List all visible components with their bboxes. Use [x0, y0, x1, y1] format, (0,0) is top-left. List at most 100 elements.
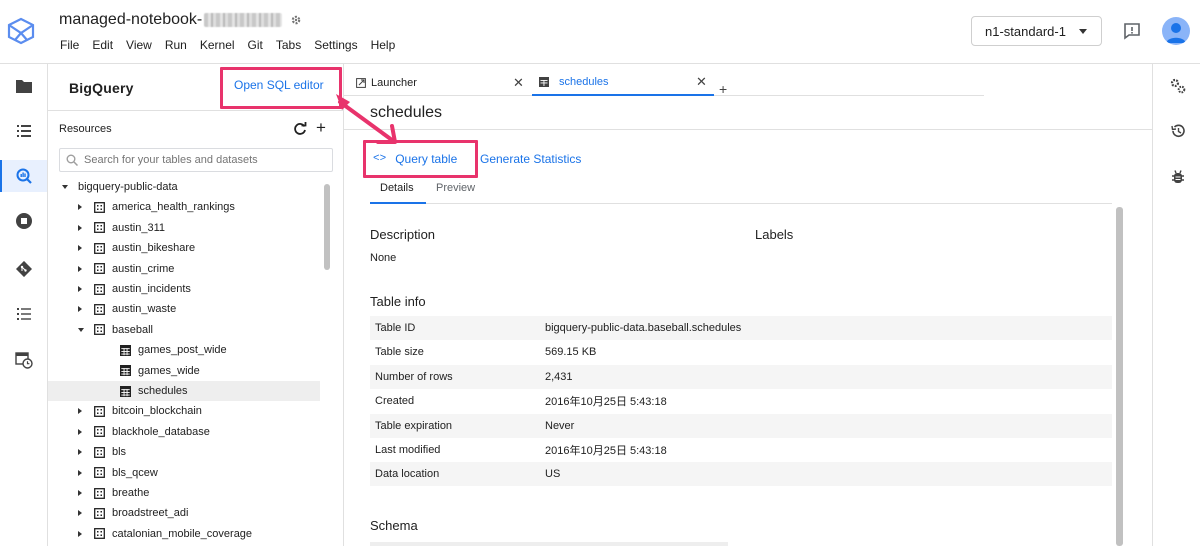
expand-right-icon[interactable] [78, 408, 82, 415]
rail-running-terminals[interactable] [0, 115, 47, 147]
debugger-icon[interactable] [1170, 169, 1186, 185]
close-icon[interactable]: ✕ [696, 74, 707, 90]
expand-right-icon[interactable] [78, 286, 82, 292]
property-inspector-icon[interactable] [1170, 78, 1186, 94]
expand-right-icon[interactable] [78, 510, 82, 517]
menu-view[interactable]: View [126, 38, 152, 52]
tree-dataset[interactable]: bls_qcew [48, 463, 320, 483]
menu-edit[interactable]: Edit [92, 38, 113, 52]
panel-title: BigQuery [69, 80, 134, 96]
rail-running-kernels[interactable] [0, 205, 47, 237]
feedback-icon[interactable] [1122, 21, 1142, 41]
dataset-icon [94, 222, 105, 234]
tree-dataset[interactable]: baseball [48, 320, 320, 340]
dataset-icon [94, 446, 105, 458]
table-icon [120, 344, 131, 356]
menu-tabs[interactable]: Tabs [276, 38, 301, 52]
expand-down-icon[interactable] [62, 185, 68, 189]
tree-dataset[interactable]: austin_incidents [48, 279, 320, 299]
tree-label: america_health_rankings [112, 201, 235, 214]
tab-schedules[interactable]: schedules ✕ [532, 70, 714, 96]
tree-dataset[interactable]: bitcoin_blockchain [48, 401, 320, 421]
tree-dataset[interactable]: broadstreet_adi [48, 503, 320, 523]
expand-right-icon[interactable] [78, 469, 82, 476]
toc-icon [16, 308, 31, 320]
user-icon [1166, 23, 1186, 43]
expand-right-icon[interactable] [78, 306, 82, 313]
expand-right-icon[interactable] [78, 449, 82, 456]
expand-right-icon[interactable] [78, 265, 82, 272]
redacted-name [204, 13, 283, 27]
tree-dataset[interactable]: austin_311 [48, 218, 320, 238]
labels-heading: Labels [755, 227, 794, 242]
dataset-icon [94, 283, 105, 295]
tab-launcher[interactable]: Launcher ✕ [356, 70, 526, 96]
refresh-icon[interactable] [293, 122, 307, 136]
expand-right-icon[interactable] [78, 245, 82, 252]
expand-down-icon[interactable] [78, 327, 84, 332]
content-scrollbar[interactable] [1116, 207, 1123, 546]
avatar[interactable] [1162, 17, 1190, 45]
rail-scheduler[interactable] [0, 344, 47, 376]
menu-git[interactable]: Git [248, 38, 263, 52]
menu-help[interactable]: Help [371, 38, 396, 52]
dataset-icon [94, 303, 105, 315]
history-icon[interactable] [1170, 123, 1186, 139]
table-info-value: 2016年10月25日 5:43:18 [545, 445, 667, 457]
tree-label: austin_311 [112, 221, 166, 234]
tree-label: breathe [112, 487, 150, 499]
expand-right-icon[interactable] [78, 224, 82, 231]
menu-file[interactable]: File [60, 38, 79, 52]
close-icon[interactable]: ✕ [513, 75, 524, 91]
tree-scrollbar[interactable] [324, 184, 330, 270]
schedule-icon [14, 352, 33, 369]
tree-project[interactable]: bigquery-public-data [48, 177, 320, 197]
table-info-row: Data location US [370, 462, 1112, 487]
table-info-row: Created 2016年10月25日 5:43:18 [370, 389, 1112, 413]
title-divider [344, 129, 1152, 130]
gear-icon[interactable] [290, 14, 302, 26]
generate-statistics-button[interactable]: Generate Statistics [480, 152, 581, 166]
add-resource-icon[interactable]: + [316, 119, 326, 136]
menu-kernel[interactable]: Kernel [200, 38, 235, 52]
tree-label: games_post_wide [138, 344, 227, 357]
tree-label: austin_waste [112, 303, 177, 316]
tree-dataset[interactable]: austin_crime [48, 259, 320, 279]
tree-dataset[interactable]: breathe [48, 483, 320, 503]
tree-dataset[interactable]: austin_bikeshare [48, 238, 320, 258]
tree-dataset[interactable]: bls [48, 442, 320, 462]
expand-right-icon[interactable] [78, 490, 82, 496]
expand-right-icon[interactable] [78, 428, 82, 435]
tree-dataset[interactable]: blackhole_database [48, 422, 320, 442]
tree-dataset[interactable]: catalonian_mobile_coverage [48, 524, 320, 544]
chevron-down-icon [1079, 29, 1087, 34]
main-area: Launcher ✕ schedules ✕ + schedules <> Qu… [344, 64, 1152, 546]
rail-git[interactable] [0, 253, 47, 285]
table-info-row: Last modified 2016年10月25日 5:43:18 [370, 438, 1112, 462]
add-tab-icon[interactable]: + [719, 81, 727, 97]
menu-settings[interactable]: Settings [314, 38, 357, 52]
subtab-details[interactable]: Details [380, 182, 414, 194]
right-sidebar-rail [1152, 64, 1200, 546]
subtab-preview[interactable]: Preview [436, 182, 475, 194]
dataset-icon [94, 507, 105, 519]
tree-dataset[interactable]: austin_waste [48, 299, 320, 319]
tree-label: blackhole_database [112, 425, 210, 438]
menu-run[interactable]: Run [165, 38, 187, 52]
rail-file-browser[interactable] [0, 70, 47, 102]
rail-bigquery[interactable] [0, 160, 47, 192]
tree-dataset[interactable]: america_health_rankings [48, 197, 320, 217]
tree-table[interactable]: games_wide [48, 361, 320, 381]
tree-table[interactable]: games_post_wide [48, 340, 320, 360]
bigquery-icon [16, 168, 32, 184]
search-input[interactable] [84, 154, 314, 166]
table-info-key: Last modified [375, 444, 441, 456]
expand-right-icon[interactable] [78, 204, 82, 211]
rail-table-of-contents[interactable] [0, 298, 47, 330]
dataset-icon [94, 528, 105, 540]
expand-right-icon[interactable] [78, 530, 82, 537]
machine-type-select[interactable]: n1-standard-1 [971, 16, 1102, 46]
machine-type-value: n1-standard-1 [985, 23, 1066, 39]
app-logo-icon[interactable] [6, 16, 36, 46]
tree-table[interactable]: schedules [48, 381, 320, 401]
